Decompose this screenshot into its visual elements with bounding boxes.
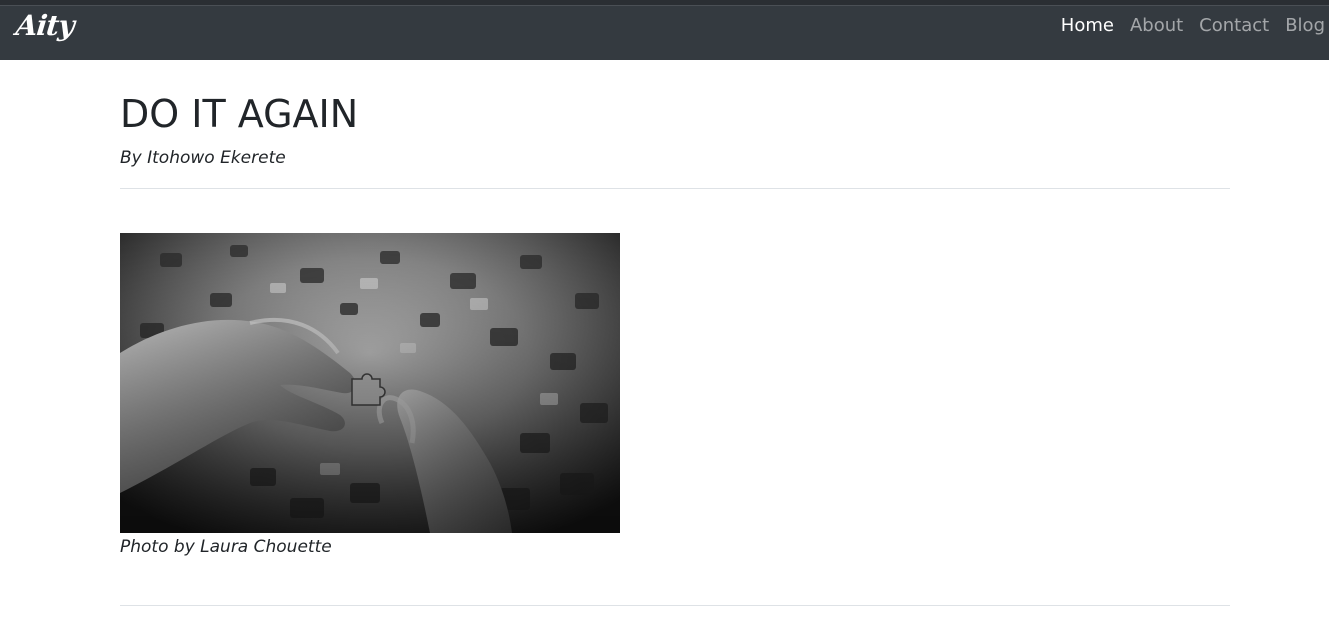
nav-link-contact[interactable]: Contact xyxy=(1199,15,1269,36)
nav-link-home[interactable]: Home xyxy=(1061,15,1114,36)
nav-link-blog[interactable]: Blog xyxy=(1285,15,1325,36)
post-byline: By Itohowo Ekerete xyxy=(120,148,286,168)
navbar: Aity Home About Contact Blog xyxy=(0,6,1329,60)
photo-caption: Photo by Laura Chouette xyxy=(120,537,332,557)
brand-logo[interactable]: Aity xyxy=(14,6,76,46)
nav-links: Home About Contact Blog xyxy=(1045,6,1325,44)
post-photo xyxy=(120,233,620,533)
post-title: DO IT AGAIN xyxy=(120,92,359,136)
nav-link-about[interactable]: About xyxy=(1130,15,1183,36)
footer-divider xyxy=(120,605,1230,606)
puzzle-hands-image xyxy=(120,233,620,533)
header-divider xyxy=(120,188,1230,189)
